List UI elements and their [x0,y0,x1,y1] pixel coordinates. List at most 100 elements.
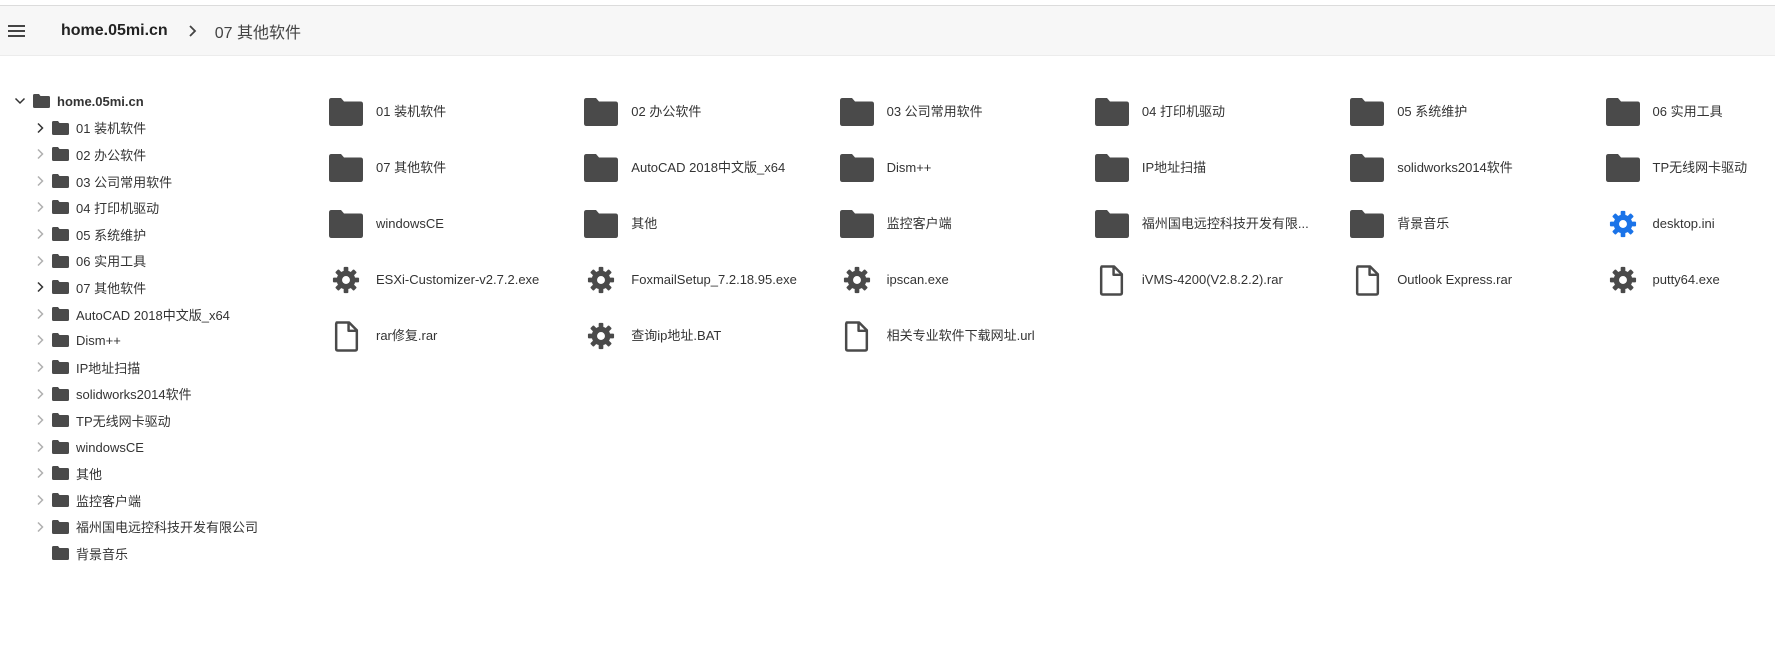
item-name: 监控客户端 [886,216,952,231]
item-name: 05 系统维护 [1397,104,1468,119]
chevron-right-icon[interactable] [34,228,46,240]
tree-item[interactable]: 07 其他软件 [10,274,290,301]
tree-item[interactable]: AutoCAD 2018中文版_x64 [10,301,290,328]
folder-item[interactable]: 01 装机软件 [329,84,584,140]
tree-item[interactable]: solidworks2014软件 [10,381,290,408]
chevron-right-icon[interactable] [34,388,46,400]
tree-item[interactable]: 其他 [10,460,290,487]
folder-tree: home.05mi.cn 01 装机软件 02 办公软件 03 公司常用软件 04 打… [10,88,290,567]
folder-icon [33,94,50,108]
chevron-right-icon[interactable] [34,148,46,160]
folder-item[interactable]: 05 系统维护 [1350,84,1605,140]
tree-item[interactable]: Dism++ [10,327,290,354]
folder-item[interactable]: 04 打印机驱动 [1094,84,1350,140]
folder-item[interactable]: windowsCE [329,196,584,252]
folder-item[interactable]: 其他 [584,196,839,252]
file-item[interactable]: desktop.ini [1606,196,1775,252]
chevron-right-icon[interactable] [34,308,46,320]
item-name: solidworks2014软件 [1397,160,1513,175]
file-item[interactable]: FoxmailSetup_7.2.18.95.exe [584,252,839,308]
folder-item[interactable]: 06 实用工具 [1605,84,1775,140]
item-name: 福州国电远控科技开发有限... [1141,216,1309,231]
item-icon-wrap [1095,263,1129,297]
file-item[interactable]: ESXi-Customizer-v2.7.2.exe [329,252,584,308]
tree-item[interactable]: 福州国电远控科技开发有限公司 [10,514,290,541]
item-icon-wrap [584,263,618,297]
file-icon [1100,264,1124,296]
folder-item[interactable]: 背景音乐 [1350,196,1605,252]
item-name: 查询ip地址.BAT [631,328,722,343]
folder-icon [1094,154,1129,182]
chevron-right-icon[interactable] [34,494,46,506]
folder-icon [329,98,363,126]
file-item[interactable]: ipscan.exe [840,252,1095,308]
item-icon-wrap [1606,207,1640,241]
tree-item[interactable]: 监控客户端 [10,487,290,514]
tree-item-label: 其他 [76,467,103,483]
tree-item[interactable]: TP无线网卡驱动 [10,407,290,434]
tree-item[interactable]: 03 公司常用软件 [10,168,290,195]
chevron-right-icon[interactable] [34,334,46,346]
tree-item-label: solidworks2014软件 [76,387,192,403]
tree-item[interactable]: IP地址扫描 [10,354,290,381]
folder-item[interactable]: 福州国电远控科技开发有限... [1094,196,1350,252]
folder-item[interactable]: 07 其他软件 [329,140,584,196]
tree-item-label: AutoCAD 2018中文版_x64 [76,307,230,323]
file-item[interactable]: Outlook Express.rar [1350,252,1605,308]
item-name: IP地址扫描 [1141,160,1207,175]
folder-item[interactable]: TP无线网卡驱动 [1605,140,1775,196]
file-item[interactable]: rar修复.rar [329,308,584,364]
folder-item[interactable]: 02 办公软件 [584,84,839,140]
folder-item[interactable]: Dism++ [839,140,1095,196]
breadcrumb-root[interactable]: home.05mi.cn [61,22,168,40]
item-name: TP无线网卡驱动 [1652,160,1748,175]
folder-item[interactable]: 监控客户端 [839,196,1095,252]
tree-item[interactable]: 02 办公软件 [10,141,290,168]
folder-icon [52,439,69,454]
chevron-right-icon[interactable] [34,281,46,293]
chevron-right-icon[interactable] [34,414,46,426]
file-item[interactable]: iVMS-4200(V2.8.2.2).rar [1095,252,1350,308]
tree-item[interactable]: windowsCE [10,434,290,461]
tree-item[interactable]: 06 实用工具 [10,248,290,275]
folder-icon [584,210,619,238]
tree-root[interactable]: home.05mi.cn [10,88,290,115]
item-icon-wrap [1606,263,1640,297]
folder-icon [584,154,619,182]
chevron-right-icon[interactable] [34,521,46,533]
hamburger-menu-icon[interactable] [6,21,26,41]
folder-icon [52,200,69,215]
chevron-right-icon[interactable] [34,441,46,453]
item-icon-wrap [584,95,619,129]
item-icon-wrap [584,151,619,185]
chevron-right-icon[interactable] [34,201,46,213]
chevron-right-icon[interactable] [34,175,46,187]
file-item[interactable]: 相关专业软件下载网址.url [840,308,1095,364]
item-icon-wrap [839,151,874,185]
folder-item[interactable]: AutoCAD 2018中文版_x64 [584,140,839,196]
folder-icon [1350,210,1385,238]
item-name: Dism++ [886,160,932,175]
item-name: 背景音乐 [1397,216,1450,231]
folder-item[interactable]: solidworks2014软件 [1350,140,1605,196]
tree-item[interactable]: 04 打印机驱动 [10,194,290,221]
item-icon-wrap [329,263,363,297]
chevron-right-icon[interactable] [34,122,46,134]
item-icon-wrap [1350,263,1384,297]
chevron-down-icon[interactable] [14,95,26,107]
file-item[interactable]: putty64.exe [1606,252,1775,308]
chevron-right-icon[interactable] [34,255,46,267]
item-icon-wrap [840,319,874,353]
tree-item[interactable]: 05 系统维护 [10,221,290,248]
tree-item[interactable]: 背景音乐 [10,540,290,567]
folder-item[interactable]: IP地址扫描 [1094,140,1350,196]
chevron-right-icon[interactable] [34,467,46,479]
tree-item-label: Dism++ [76,333,121,349]
chevron-right-icon[interactable] [34,361,46,373]
file-item[interactable]: 查询ip地址.BAT [584,308,839,364]
folder-item[interactable]: 03 公司常用软件 [839,84,1095,140]
tree-item[interactable]: 01 装机软件 [10,115,290,142]
gear-icon [588,322,615,350]
file-icon [334,320,358,352]
item-name: 03 公司常用软件 [886,104,983,119]
